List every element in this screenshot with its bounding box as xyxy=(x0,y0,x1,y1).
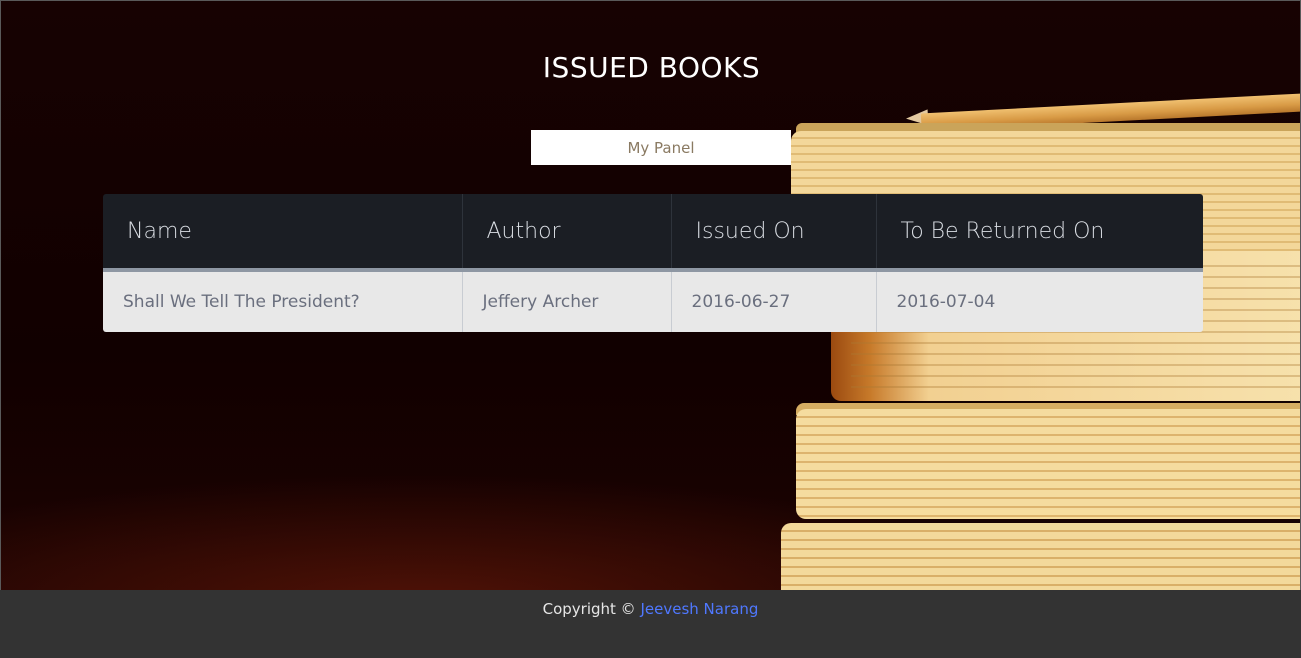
cell-author: Jeffery Archer xyxy=(462,270,672,332)
page-title: ISSUED BOOKS xyxy=(542,51,761,84)
hero-background: ISSUED BOOKS My Panel Name Author Issued… xyxy=(0,0,1301,590)
book-bottom xyxy=(781,523,1300,590)
issued-books-table: Name Author Issued On To Be Returned On … xyxy=(103,194,1203,332)
cell-book-name: Shall We Tell The President? xyxy=(103,270,463,332)
author-link[interactable]: Jeevesh Narang xyxy=(640,600,758,618)
cell-return-on: 2016-07-04 xyxy=(896,292,996,312)
table-header-row: Name Author Issued On To Be Returned On xyxy=(103,194,1203,270)
book-stack-image xyxy=(781,91,1300,590)
copyright-text: Copyright © xyxy=(542,600,641,618)
table-row: Shall We Tell The President? Jeffery Arc… xyxy=(103,270,1203,332)
book-lower xyxy=(796,409,1300,519)
column-header-author: Author xyxy=(462,194,672,270)
cell-issued-on: 2016-06-27 xyxy=(671,270,877,332)
column-header-name: Name xyxy=(103,194,463,270)
column-header-issued-on: Issued On xyxy=(671,194,877,270)
footer: Copyright © Jeevesh Narang xyxy=(0,590,1301,658)
column-header-return-on: To Be Returned On xyxy=(900,218,1105,244)
my-panel-button[interactable]: My Panel xyxy=(531,130,791,165)
